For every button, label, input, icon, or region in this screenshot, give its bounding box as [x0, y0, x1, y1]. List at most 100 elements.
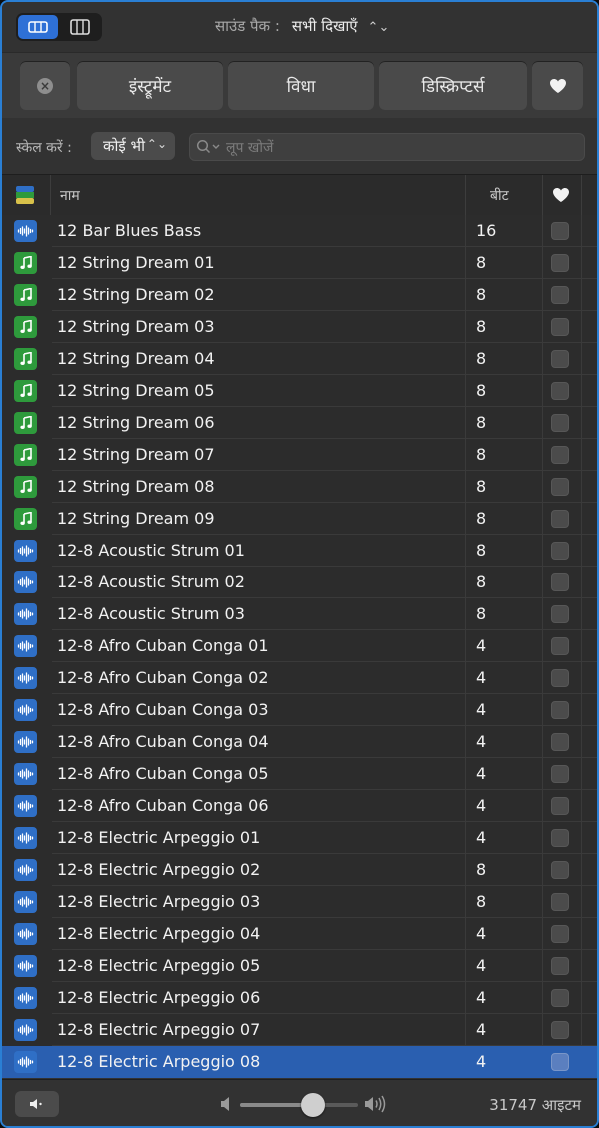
favorite-checkbox[interactable] [551, 861, 569, 879]
preview-volume-button[interactable] [15, 1091, 59, 1117]
table-row[interactable]: 12-8 Afro Cuban Conga 03 4 [2, 694, 597, 727]
column-divider [581, 630, 582, 663]
favorite-checkbox[interactable] [551, 285, 569, 304]
favorite-checkbox[interactable] [551, 924, 569, 943]
table-row[interactable]: 12 String Dream 02 8 [2, 278, 597, 311]
favorite-checkbox[interactable] [551, 605, 569, 624]
loop-beats: 8 [476, 284, 487, 304]
table-row[interactable]: 12-8 Acoustic Strum 02 8 [2, 566, 597, 599]
scale-value: कोई भी [103, 137, 145, 155]
favorite-checkbox[interactable] [551, 1020, 569, 1039]
table-row[interactable]: 12-8 Electric Arpeggio 02 8 [2, 854, 597, 886]
volume-slider-knob[interactable] [301, 1093, 326, 1117]
column-divider [465, 822, 466, 855]
clear-icon: × [37, 77, 53, 94]
search-icon[interactable] [196, 139, 222, 155]
table-row[interactable]: 12-8 Electric Arpeggio 06 4 [2, 981, 597, 1014]
table-row[interactable]: 12-8 Electric Arpeggio 08 4 [2, 1045, 597, 1078]
scale-select[interactable]: कोई भी ⌃⌄ [91, 132, 175, 160]
favorite-checkbox[interactable] [551, 509, 569, 528]
favorite-checkbox[interactable] [551, 573, 569, 592]
table-row[interactable]: 12 String Dream 05 8 [2, 374, 597, 407]
midi-loop-icon [14, 315, 37, 338]
volume-slider[interactable] [240, 1093, 358, 1117]
favorite-checkbox[interactable] [551, 669, 569, 688]
table-row[interactable]: 12-8 Electric Arpeggio 07 4 [2, 1013, 597, 1046]
descriptors-filter-button[interactable]: डिस्क्रिप्टर्स [379, 61, 527, 110]
table-row[interactable]: 12-8 Afro Cuban Conga 04 4 [2, 726, 597, 759]
column-divider [581, 1013, 582, 1046]
column-divider [581, 310, 582, 343]
column-divider [465, 246, 466, 279]
column-divider [581, 438, 582, 471]
instrument-filter-button[interactable]: इंस्ट्रूमेंट [77, 61, 223, 110]
loop-name: 12 String Dream 09 [57, 508, 215, 528]
favorite-checkbox[interactable] [551, 317, 569, 336]
table-row[interactable]: 12 String Dream 09 8 [2, 502, 597, 535]
table-row[interactable]: 12-8 Electric Arpeggio 01 4 [2, 822, 597, 855]
favorites-filter-button[interactable] [532, 61, 583, 110]
favorite-checkbox[interactable] [551, 381, 569, 400]
genre-filter-button[interactable]: विधा [228, 61, 374, 110]
favorite-checkbox[interactable] [551, 637, 569, 656]
column-divider [581, 534, 582, 567]
favorite-checkbox[interactable] [551, 701, 569, 720]
favorite-checkbox[interactable] [551, 445, 569, 464]
favorite-checkbox[interactable] [551, 956, 569, 975]
table-row[interactable]: 12-8 Afro Cuban Conga 06 4 [2, 790, 597, 823]
audio-loop-icon [14, 635, 37, 658]
favorite-checkbox[interactable] [551, 477, 569, 496]
audio-loop-icon [14, 220, 37, 242]
search-input[interactable] [224, 136, 578, 160]
column-divider [465, 790, 466, 823]
volume-high-icon [365, 1095, 386, 1113]
column-divider [465, 726, 466, 759]
table-row[interactable]: 12-8 Afro Cuban Conga 01 4 [2, 630, 597, 663]
table-row[interactable]: 12 String Dream 04 8 [2, 342, 597, 375]
loop-beats: 4 [476, 764, 487, 784]
favorite-checkbox[interactable] [551, 541, 569, 560]
favorite-checkbox[interactable] [551, 988, 569, 1007]
table-row[interactable]: 12 String Dream 03 8 [2, 310, 597, 343]
heart-icon[interactable] [552, 187, 570, 203]
clear-filters-button[interactable]: × [20, 61, 70, 110]
table-row[interactable]: 12-8 Electric Arpeggio 03 8 [2, 885, 597, 918]
column-view-toggle[interactable] [60, 15, 100, 39]
favorite-checkbox[interactable] [551, 253, 569, 272]
table-row[interactable]: 12-8 Electric Arpeggio 04 4 [2, 917, 597, 950]
favorite-checkbox[interactable] [551, 222, 569, 240]
name-column-header[interactable]: नाम [60, 186, 80, 205]
beats-column-header[interactable]: बीट [490, 186, 509, 205]
column-divider [581, 694, 582, 727]
table-row[interactable]: 12-8 Afro Cuban Conga 05 4 [2, 758, 597, 791]
loop-type-icon[interactable] [16, 186, 34, 204]
favorite-checkbox[interactable] [551, 797, 569, 816]
table-row[interactable]: 12 String Dream 06 8 [2, 406, 597, 439]
sound-pack-selector[interactable]: साउंड पैक : सभी दिखाएँ ⌃⌄ [215, 16, 389, 36]
favorite-checkbox[interactable] [551, 892, 569, 911]
column-divider [465, 917, 466, 950]
loop-name: 12-8 Electric Arpeggio 06 [57, 987, 261, 1007]
loop-name: 12-8 Afro Cuban Conga 03 [57, 700, 269, 720]
table-row[interactable]: 12 String Dream 01 8 [2, 246, 597, 279]
table-row[interactable]: 12 String Dream 08 8 [2, 470, 597, 503]
loop-name: 12 String Dream 08 [57, 476, 215, 496]
favorite-checkbox[interactable] [551, 829, 569, 848]
loop-name: 12-8 Acoustic Strum 03 [57, 604, 245, 624]
column-divider [542, 598, 543, 631]
table-row[interactable]: 12-8 Electric Arpeggio 05 4 [2, 949, 597, 982]
favorite-checkbox[interactable] [551, 349, 569, 368]
table-row[interactable]: 12 Bar Blues Bass 16 [2, 215, 597, 247]
favorite-checkbox[interactable] [551, 733, 569, 752]
table-row[interactable]: 12-8 Acoustic Strum 01 8 [2, 534, 597, 567]
table-row[interactable]: 12-8 Acoustic Strum 03 8 [2, 598, 597, 631]
favorite-checkbox[interactable] [551, 413, 569, 432]
table-row[interactable]: 12-8 Afro Cuban Conga 02 4 [2, 662, 597, 695]
column-divider [581, 215, 582, 247]
scale-label: स्केल करें : [16, 140, 72, 156]
loop-beats: 4 [476, 987, 487, 1007]
table-row[interactable]: 12 String Dream 07 8 [2, 438, 597, 471]
button-view-toggle[interactable] [18, 15, 58, 39]
favorite-checkbox[interactable] [551, 765, 569, 784]
favorite-checkbox[interactable] [551, 1052, 569, 1071]
